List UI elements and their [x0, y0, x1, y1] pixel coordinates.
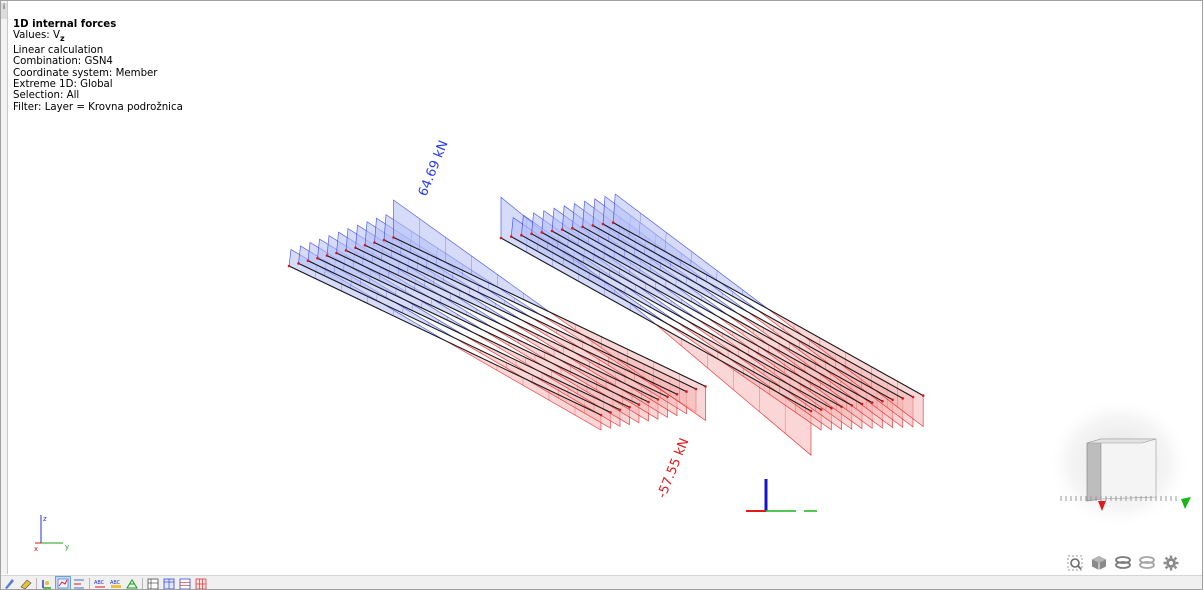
node — [809, 409, 813, 413]
node — [599, 413, 603, 417]
info-values-sub: z — [59, 34, 65, 44]
zoom-icon[interactable] — [1065, 554, 1085, 572]
result-info-panel: 1D internal forces Values: Vz Linear cal… — [13, 19, 183, 113]
node — [911, 395, 915, 399]
node — [344, 249, 348, 252]
node — [860, 402, 864, 406]
node — [921, 394, 925, 397]
eraser-icon[interactable] — [19, 577, 33, 589]
node — [550, 229, 554, 233]
node — [571, 226, 574, 230]
layers-alt-icon[interactable] — [1137, 554, 1157, 572]
axis-label-y: y — [65, 543, 69, 551]
node — [540, 231, 544, 234]
node — [373, 241, 376, 244]
diagram-icon[interactable] — [55, 576, 71, 589]
table-grid-icon[interactable] — [178, 577, 192, 589]
info-extreme: Extreme 1D: Global — [13, 79, 113, 91]
node — [354, 246, 357, 250]
node — [601, 222, 605, 226]
node — [881, 399, 884, 403]
info-coord-system: Coordinate system: Member — [13, 67, 158, 79]
layers-icon[interactable] — [1113, 554, 1133, 572]
grid-table-icon[interactable] — [146, 577, 160, 589]
axis-label-x: x — [34, 545, 38, 553]
info-values: Values: Vz — [13, 30, 183, 44]
node — [618, 408, 622, 412]
node — [287, 264, 291, 268]
node — [560, 228, 564, 231]
node — [392, 236, 395, 239]
node — [335, 251, 338, 255]
node — [363, 243, 367, 247]
node — [316, 256, 319, 260]
graphics-window[interactable]: i 64.69 kN -57.55 kN z x y 1D internal f… — [0, 0, 1203, 590]
pencil-icon[interactable] — [3, 577, 17, 589]
info-values-label: Values: V — [13, 30, 60, 42]
node — [306, 259, 310, 263]
node — [704, 385, 707, 388]
svg-text:ABC: ABC — [94, 580, 105, 586]
node — [530, 232, 533, 236]
node — [591, 224, 595, 227]
node — [609, 411, 612, 414]
node — [675, 392, 679, 396]
info-calc: Linear calculation — [13, 44, 104, 56]
view-controls — [1065, 554, 1185, 572]
node — [891, 398, 894, 402]
bottom-toolbar: ABC ABC — [1, 575, 1202, 589]
mesh-icon[interactable] — [125, 577, 139, 589]
node — [382, 238, 386, 242]
node — [297, 262, 300, 265]
node — [819, 408, 823, 411]
toolbar-separator — [89, 577, 90, 589]
max-value-label: 64.69 kN — [416, 139, 452, 199]
abc-values-icon[interactable]: ABC — [109, 577, 123, 589]
list-icon[interactable] — [72, 577, 86, 589]
node — [901, 397, 905, 400]
axis-label-z: z — [43, 515, 47, 523]
node — [656, 398, 660, 401]
node — [325, 254, 329, 257]
view-cube-icon[interactable] — [1089, 554, 1109, 572]
table-red-icon[interactable] — [194, 577, 208, 589]
info-filter: Filter: Layer = Krovna podrožnica — [13, 101, 183, 113]
view-cube[interactable] — [1047, 397, 1191, 529]
node — [830, 406, 833, 410]
toolbar-separator — [36, 577, 37, 589]
node — [840, 405, 843, 409]
node — [509, 235, 513, 238]
node — [581, 225, 584, 229]
info-selection: Selection: All — [13, 90, 80, 102]
node — [520, 233, 523, 237]
info-title: 1D internal forces — [13, 19, 117, 30]
settings-icon[interactable] — [1161, 554, 1181, 572]
node — [694, 387, 698, 391]
node — [628, 405, 631, 409]
info-combination: Combination: GSN4 — [13, 56, 113, 68]
node — [611, 221, 615, 224]
axis-system-icon[interactable] — [40, 577, 54, 589]
node — [666, 395, 669, 399]
table-icon[interactable] — [162, 577, 176, 589]
node — [870, 401, 874, 404]
abc-labels-icon[interactable]: ABC — [93, 577, 107, 589]
axis-indicator: z x y — [34, 515, 69, 553]
toolbar-separator — [142, 577, 143, 589]
min-value-label: -57.55 kN — [655, 436, 693, 500]
node — [850, 404, 854, 407]
node — [637, 403, 641, 406]
node — [685, 390, 688, 393]
node — [499, 236, 503, 240]
node — [647, 400, 650, 404]
origin-axes — [746, 479, 817, 512]
